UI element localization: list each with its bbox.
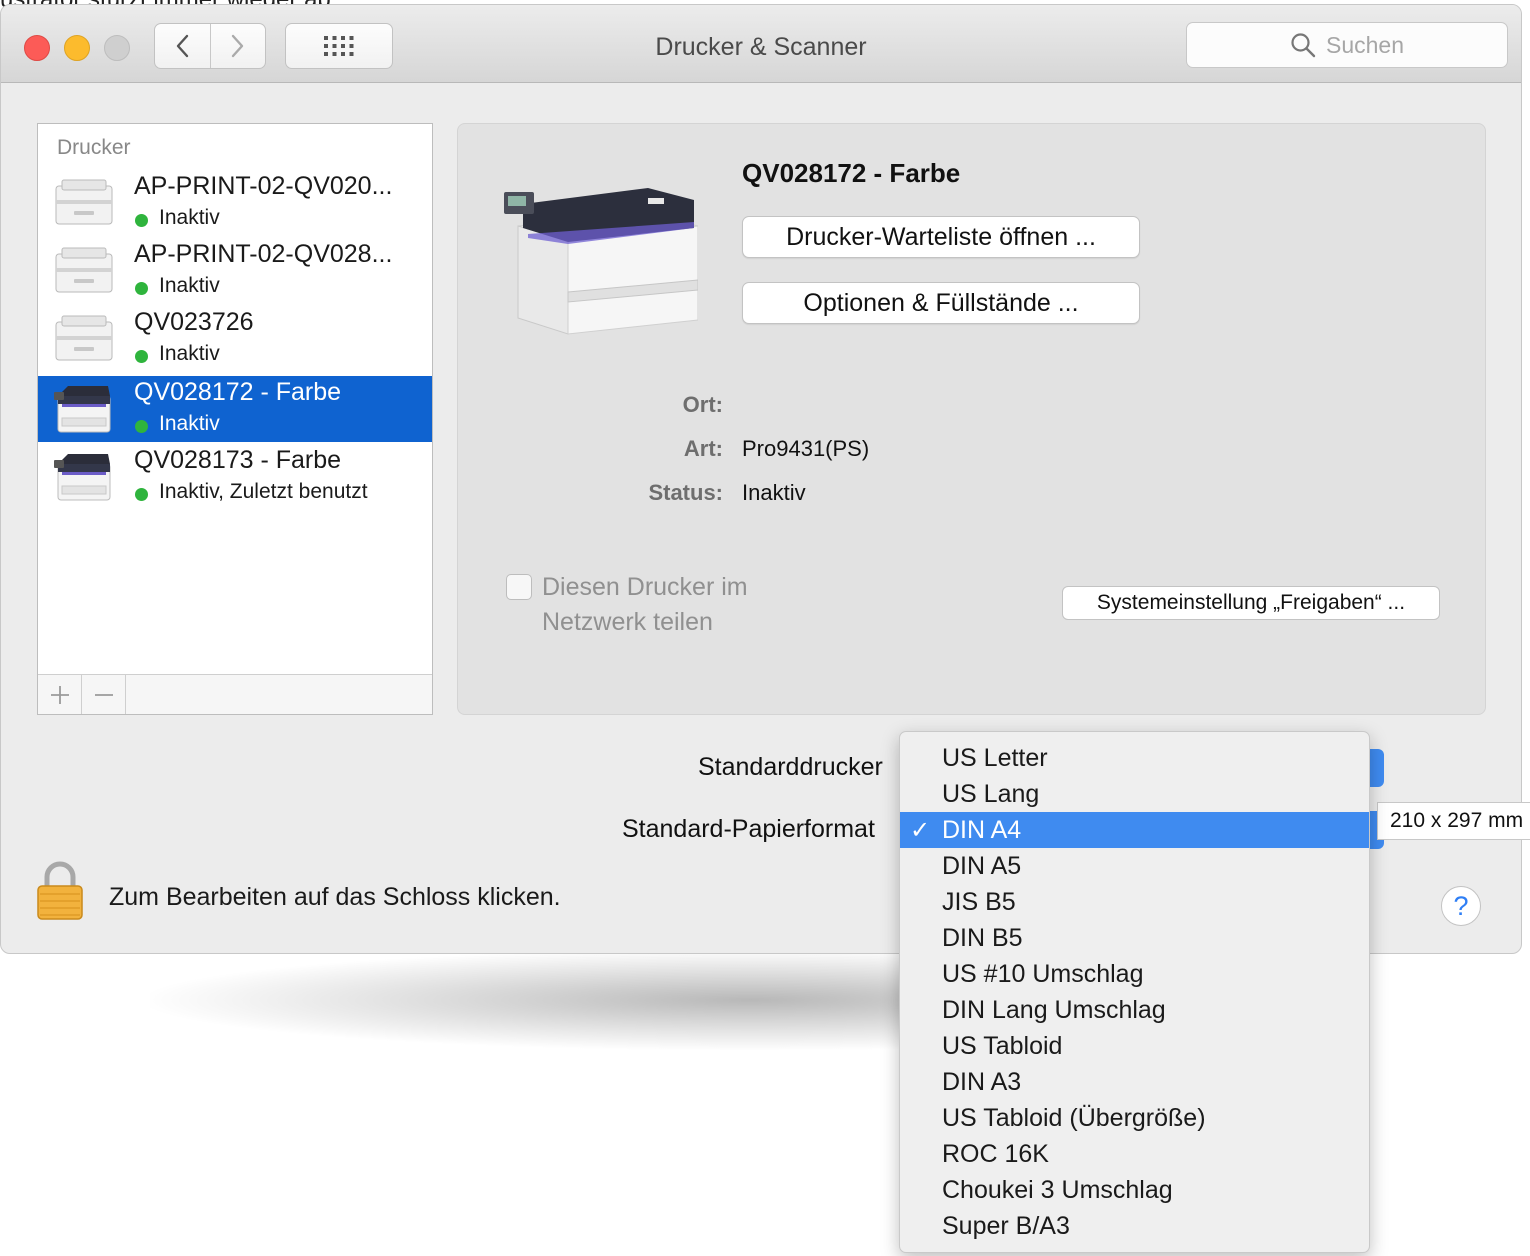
menu-item-label: US Letter (942, 744, 1048, 772)
menu-item[interactable]: DIN A3 (900, 1064, 1369, 1100)
printer-status: Inaktiv (159, 206, 220, 229)
paper-size-label: Standard-Papierformat (622, 815, 875, 843)
menu-item-label: DIN A4 (942, 816, 1022, 844)
minus-icon (94, 693, 113, 696)
printer-status: Inaktiv (159, 274, 220, 297)
menu-item-label: JIS B5 (942, 888, 1016, 916)
search-icon (1291, 33, 1316, 58)
menu-item[interactable]: Choukei 3 Umschlag (900, 1172, 1369, 1208)
menu-item-label: DIN B5 (942, 924, 1023, 952)
status-dot (135, 420, 148, 433)
menu-item[interactable]: DIN A5 (900, 848, 1369, 884)
list-toolbar (38, 674, 432, 714)
search-placeholder: Suchen (1325, 31, 1404, 58)
menu-item[interactable]: US Lang (900, 776, 1369, 812)
menu-item-label: Choukei 3 Umschlag (942, 1176, 1173, 1204)
printer-status: Inaktiv (159, 412, 220, 435)
default-printer-label: Standarddrucker (698, 753, 883, 781)
printer-row-selected[interactable]: QV028172 - Farbe Inaktiv (38, 376, 432, 442)
printer-row[interactable]: QV028173 - Farbe Inaktiv, Zuletzt benutz… (38, 444, 432, 510)
printer-row[interactable]: AP-PRINT-02-QV028... Inaktiv (38, 238, 432, 304)
status-label: Status: (648, 480, 723, 505)
status-dot (135, 282, 148, 295)
search-field[interactable]: Suchen (1186, 22, 1508, 68)
remove-printer-button[interactable] (82, 675, 126, 714)
menu-item[interactable]: Super B/A3 (900, 1208, 1369, 1244)
menu-item[interactable]: US #10 Umschlag (900, 956, 1369, 992)
add-printer-button[interactable] (38, 675, 82, 714)
menu-item[interactable]: US Tabloid (Übergröße) (900, 1100, 1369, 1136)
printer-status: Inaktiv (159, 342, 220, 365)
lock-icon[interactable] (35, 861, 85, 921)
printer-name: AP-PRINT-02-QV028... (134, 240, 393, 268)
menu-item-label: DIN A5 (942, 852, 1022, 880)
status-dot (135, 488, 148, 501)
printer-row[interactable]: AP-PRINT-02-QV020... Inaktiv (38, 170, 432, 236)
menu-item-label: US Tabloid (942, 1032, 1063, 1060)
status-value: Inaktiv (742, 480, 806, 505)
menu-item-label: Super B/A3 (942, 1212, 1070, 1240)
menu-item[interactable]: US Letter (900, 740, 1369, 776)
printer-list: Drucker AP-PRINT-02-QV020... Inaktiv AP-… (37, 123, 433, 715)
paper-size-tooltip: 210 x 297 mm (1377, 802, 1530, 840)
location-label: Ort: (682, 392, 723, 417)
menu-item[interactable]: ROC 16K (900, 1136, 1369, 1172)
menu-item-label: DIN A3 (942, 1068, 1022, 1096)
share-printer-label: Diesen Drucker im Netzwerk teilen (542, 573, 748, 636)
paper-size-menu: US Letter US Lang ✓ DIN A4 DIN A5 JIS B5 … (899, 731, 1370, 1253)
printer-detail-panel: QV028172 - Farbe Drucker-Warteliste öffn… (457, 123, 1486, 715)
printer-icon (54, 386, 111, 433)
printer-name: QV028172 - Farbe (134, 378, 342, 406)
checkmark-icon: ✓ (910, 816, 931, 844)
printer-status: Inaktiv, Zuletzt benutzt (159, 480, 368, 503)
printer-image-icon (504, 188, 698, 335)
plus-icon (50, 685, 69, 704)
menu-item-label: US Lang (942, 780, 1040, 808)
menu-item[interactable]: DIN Lang Umschlag (900, 992, 1369, 1028)
printer-name: QV023726 (134, 308, 254, 336)
menu-item-label: US #10 Umschlag (942, 960, 1144, 988)
kind-label: Art: (683, 436, 723, 461)
printer-name: AP-PRINT-02-QV020... (134, 172, 393, 200)
printer-row[interactable]: QV023726 Inaktiv (38, 306, 432, 372)
menu-item-selected[interactable]: ✓ DIN A4 (900, 812, 1369, 848)
menu-item[interactable]: US Tabloid (900, 1028, 1369, 1064)
printer-icon (55, 315, 113, 361)
printer-title: QV028172 - Farbe (742, 158, 961, 188)
title-bar: Drucker & Scanner Suchen (1, 5, 1521, 83)
share-printer-checkbox[interactable] (506, 574, 532, 600)
menu-item-label: DIN Lang Umschlag (942, 996, 1166, 1024)
menu-item[interactable]: JIS B5 (900, 884, 1369, 920)
printer-list-heading: Drucker (57, 136, 131, 159)
help-button[interactable]: ? (1441, 886, 1481, 926)
status-dot (135, 350, 148, 363)
lock-hint-text: Zum Bearbeiten auf das Schloss klicken. (109, 883, 561, 911)
menu-item[interactable]: DIN B5 (900, 920, 1369, 956)
options-supplies-button[interactable]: Optionen & Füllstände ... (742, 282, 1140, 324)
open-print-queue-button[interactable]: Drucker-Warteliste öffnen ... (742, 216, 1140, 258)
menu-item-label: US Tabloid (Übergröße) (942, 1104, 1206, 1132)
menu-item-label: ROC 16K (942, 1140, 1049, 1168)
kind-value: Pro9431(PS) (742, 436, 870, 461)
printer-name: QV028173 - Farbe (134, 446, 342, 474)
status-dot (135, 214, 148, 227)
printer-icon (55, 179, 113, 225)
printer-icon (55, 247, 113, 293)
sharing-preferences-button[interactable]: Systemeinstellung „Freigaben“ ... (1062, 586, 1440, 620)
printer-icon (54, 454, 111, 501)
